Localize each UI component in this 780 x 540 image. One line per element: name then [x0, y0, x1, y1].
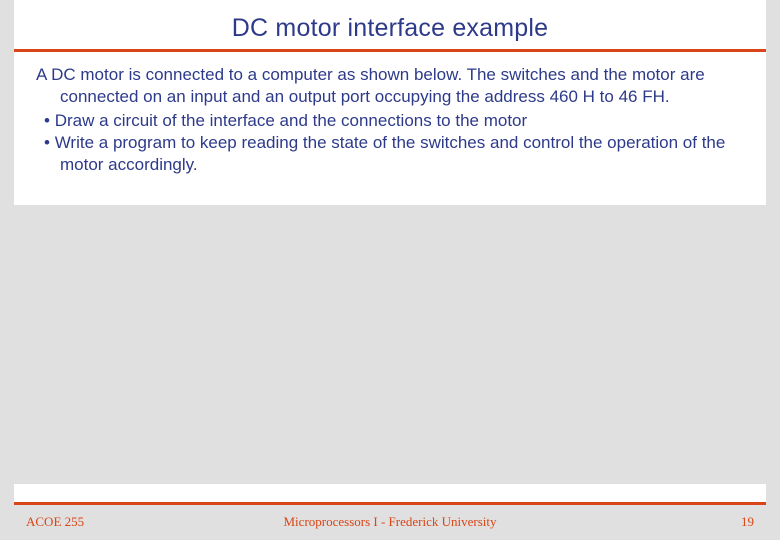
- footer-course-title: Microprocessors I - Frederick University: [14, 514, 766, 530]
- intro-paragraph: A DC motor is connected to a computer as…: [36, 64, 744, 108]
- footer-rule: [14, 502, 766, 505]
- slide-content: A DC motor is connected to a computer as…: [14, 52, 766, 176]
- footer-page-number: 19: [741, 514, 754, 530]
- diagram-placeholder: [14, 205, 766, 484]
- slide-title: DC motor interface example: [14, 0, 766, 49]
- bullet-item: Draw a circuit of the interface and the …: [36, 110, 744, 132]
- slide-background: DC motor interface example A DC motor is…: [0, 0, 780, 540]
- bullet-item: Write a program to keep reading the stat…: [36, 132, 744, 176]
